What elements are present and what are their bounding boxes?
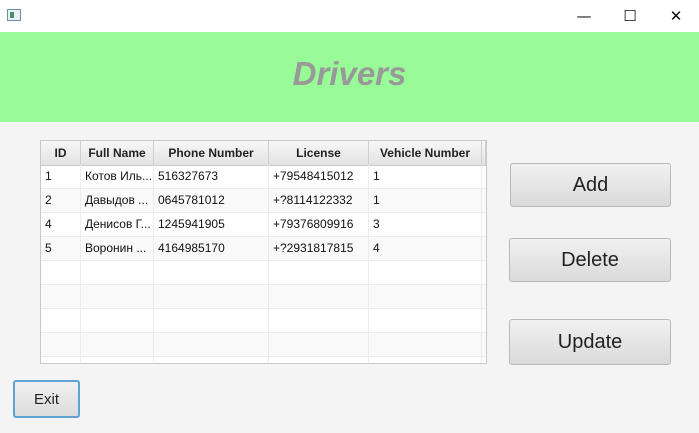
exit-button[interactable]: Exit — [13, 380, 80, 418]
minimize-button[interactable]: — — [561, 0, 607, 32]
empty-row — [41, 357, 486, 363]
maximize-button[interactable]: ☐ — [607, 0, 653, 32]
table-row[interactable]: 4 Денисов Г... 1245941905 +79376809916 3 — [41, 213, 486, 237]
cell-id: 5 — [41, 237, 81, 261]
cell-vehicle-number: 1 — [369, 189, 482, 213]
cell-id: 1 — [41, 165, 81, 189]
title-bar: — ☐ ✕ — [0, 0, 699, 32]
column-header-id[interactable]: ID — [41, 141, 81, 165]
cell-license: +?8114122332 — [269, 189, 369, 213]
table-header: ID Full Name Phone Number License Vehicl… — [41, 141, 486, 166]
column-header-phone-number[interactable]: Phone Number — [154, 141, 269, 165]
table-row[interactable]: 2 Давыдов ... 0645781012 +?8114122332 1 — [41, 189, 486, 213]
cell-id: 2 — [41, 189, 81, 213]
cell-vehicle-number: 1 — [369, 165, 482, 189]
empty-row — [41, 309, 486, 333]
column-header-vehicle-number[interactable]: Vehicle Number — [369, 141, 482, 165]
cell-full-name: Котов Иль... — [81, 165, 154, 189]
cell-license: +79548415012 — [269, 165, 369, 189]
cell-license: +79376809916 — [269, 213, 369, 237]
cell-phone-number: 0645781012 — [154, 189, 269, 213]
empty-row — [41, 333, 486, 357]
table-row[interactable]: 1 Котов Иль... 516327673 +79548415012 1 — [41, 165, 486, 189]
cell-license: +?2931817815 — [269, 237, 369, 261]
drivers-table[interactable]: ID Full Name Phone Number License Vehicl… — [40, 140, 487, 364]
empty-row — [41, 285, 486, 309]
empty-row — [41, 261, 486, 285]
cell-phone-number: 4164985170 — [154, 237, 269, 261]
cell-vehicle-number: 4 — [369, 237, 482, 261]
close-button[interactable]: ✕ — [653, 0, 699, 32]
cell-phone-number: 1245941905 — [154, 213, 269, 237]
add-button[interactable]: Add — [510, 163, 671, 207]
column-header-full-name[interactable]: Full Name — [81, 141, 154, 165]
column-header-filler — [482, 141, 486, 165]
app-icon — [7, 9, 21, 21]
header-banner: Drivers — [0, 32, 699, 122]
delete-button[interactable]: Delete — [509, 238, 671, 282]
cell-full-name: Воронин ... — [81, 237, 154, 261]
page-title: Drivers — [292, 55, 407, 92]
cell-vehicle-number: 3 — [369, 213, 482, 237]
cell-full-name: Давыдов ... — [81, 189, 154, 213]
update-button[interactable]: Update — [509, 319, 671, 365]
cell-id: 4 — [41, 213, 81, 237]
column-header-license[interactable]: License — [269, 141, 369, 165]
cell-phone-number: 516327673 — [154, 165, 269, 189]
cell-full-name: Денисов Г... — [81, 213, 154, 237]
table-row[interactable]: 5 Воронин ... 4164985170 +?2931817815 4 — [41, 237, 486, 261]
